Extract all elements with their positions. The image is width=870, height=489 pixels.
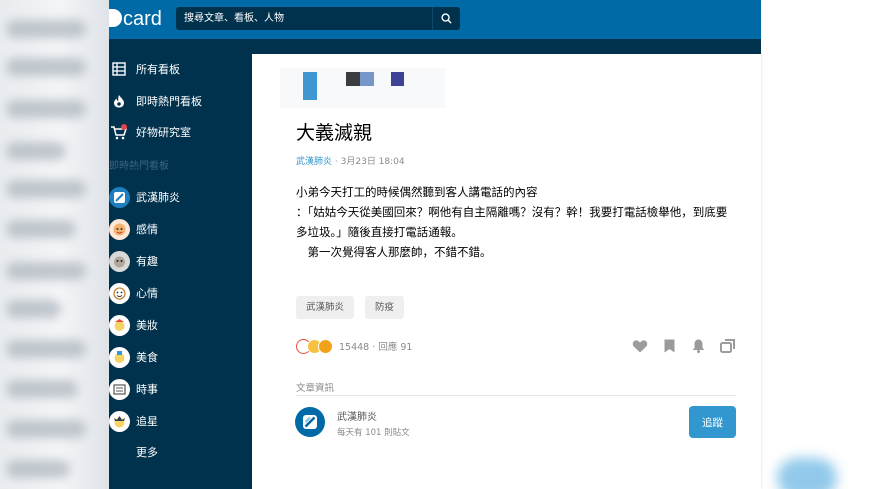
relationship-board-icon	[109, 218, 130, 240]
share-button[interactable]	[718, 337, 736, 355]
idol-board-icon	[109, 410, 130, 432]
top-navigation-bar: card	[109, 0, 761, 39]
sidebar-item-label: 所有看板	[136, 63, 180, 76]
heart-icon	[632, 340, 648, 353]
comment-count: 回應 91	[378, 342, 413, 353]
post-board-link[interactable]: 武漢肺炎	[296, 157, 332, 167]
sidebar: 所有看板 即時熱門看板 好物研究室 即時熱門看板 武漢肺炎 感情 有趣 心情 美…	[109, 39, 252, 489]
sidebar-item-label: 更多	[136, 446, 158, 459]
sidebar-item-food[interactable]: 美食	[109, 344, 252, 370]
tag-wuhan[interactable]: 武漢肺炎	[296, 296, 355, 319]
blurred-background-left	[0, 0, 109, 489]
sidebar-item-idol[interactable]: 追星	[109, 408, 252, 434]
post-stats: 15448 · 回應 91	[339, 339, 412, 353]
like-button[interactable]	[631, 337, 649, 355]
wow-reaction-icon	[318, 338, 333, 354]
bell-icon	[692, 339, 704, 353]
post-card: 大義滅親 武漢肺炎 · 3月23日 18:04 小弟今天打工的時候偶然聽到客人講…	[252, 54, 761, 489]
sidebar-item-all-boards[interactable]: 所有看板	[109, 56, 252, 82]
search-icon	[441, 13, 452, 24]
info-board-name[interactable]: 武漢肺炎	[337, 408, 377, 423]
bookmark-button[interactable]	[660, 337, 678, 355]
sidebar-item-label: 追星	[136, 415, 158, 428]
sidebar-item-label: 時事	[136, 383, 158, 396]
sidebar-item-label: 美妝	[136, 319, 158, 332]
cart-icon	[109, 122, 129, 142]
search-box	[176, 7, 460, 30]
blurred-background-right	[761, 0, 870, 489]
reaction-summary[interactable]: 15448 · 回應 91	[296, 338, 412, 354]
like-count: 15448	[339, 342, 370, 353]
sidebar-item-label: 有趣	[136, 255, 158, 268]
screenshot: card 所有看板 即時熱門看板 好物研究室	[0, 0, 870, 489]
post-meta: 武漢肺炎 · 3月23日 18:04	[296, 154, 405, 167]
news-board-icon	[109, 378, 130, 400]
sidebar-item-label: 即時熱門看板	[136, 95, 202, 108]
search-button[interactable]	[432, 7, 460, 30]
sidebar-item-mood[interactable]: 心情	[109, 280, 252, 306]
logo-text: card	[123, 8, 162, 30]
share-icon	[719, 339, 735, 353]
food-board-icon	[109, 346, 130, 368]
board-avatar[interactable]	[295, 407, 325, 437]
sidebar-item-label: 心情	[136, 287, 158, 300]
search-input[interactable]	[176, 7, 431, 30]
sidebar-item-makeup[interactable]: 美妝	[109, 312, 252, 338]
post-date: 3月23日 18:04	[340, 157, 405, 167]
flame-icon	[109, 91, 129, 111]
info-divider	[296, 395, 736, 396]
sidebar-item-hot-boards[interactable]: 即時熱門看板	[109, 88, 252, 114]
sidebar-item-label: 感情	[136, 223, 158, 236]
post-body: 小弟今天打工的時候偶然聽到客人講電話的內容 ：「姑姑今天從美國回來？啊他有自主隔…	[296, 185, 728, 259]
sidebar-item-label: 美食	[136, 351, 158, 364]
tag-epidemic-prevention[interactable]: 防疫	[365, 296, 405, 319]
meta-separator: ·	[334, 157, 338, 167]
mood-board-icon	[109, 282, 130, 304]
sidebar-item-product-lab[interactable]: 好物研究室	[109, 119, 252, 145]
dcard-d-icon	[109, 9, 122, 27]
post-info-title: 文章資訊	[296, 383, 335, 394]
notify-button[interactable]	[689, 337, 707, 355]
post-title: 大義滅親	[296, 122, 373, 144]
makeup-board-icon	[109, 314, 130, 336]
funny-board-icon	[109, 250, 130, 272]
info-board-post-rate: 每天有 101 則貼文	[337, 428, 410, 438]
sidebar-item-news[interactable]: 時事	[109, 376, 252, 402]
stats-separator: ·	[372, 342, 376, 353]
sidebar-item-label: 好物研究室	[136, 126, 191, 139]
list-icon	[109, 59, 129, 79]
sidebar-item-relationship[interactable]: 感情	[109, 216, 252, 242]
sidebar-item-label: 武漢肺炎	[136, 191, 180, 204]
dcard-logo[interactable]: card	[109, 6, 162, 33]
content-top-band	[252, 39, 761, 54]
follow-button[interactable]: 追蹤	[689, 406, 736, 438]
sidebar-item-more[interactable]: 更多	[109, 439, 252, 465]
hot-boards-section-title: 即時熱門看板	[109, 161, 169, 172]
bookmark-icon	[664, 339, 674, 353]
sidebar-item-wuhan[interactable]: 武漢肺炎	[109, 184, 252, 210]
sidebar-item-funny[interactable]: 有趣	[109, 248, 252, 274]
wuhan-board-icon	[303, 415, 317, 429]
wuhan-board-icon	[109, 186, 130, 208]
blurred-button-shape	[777, 458, 837, 489]
